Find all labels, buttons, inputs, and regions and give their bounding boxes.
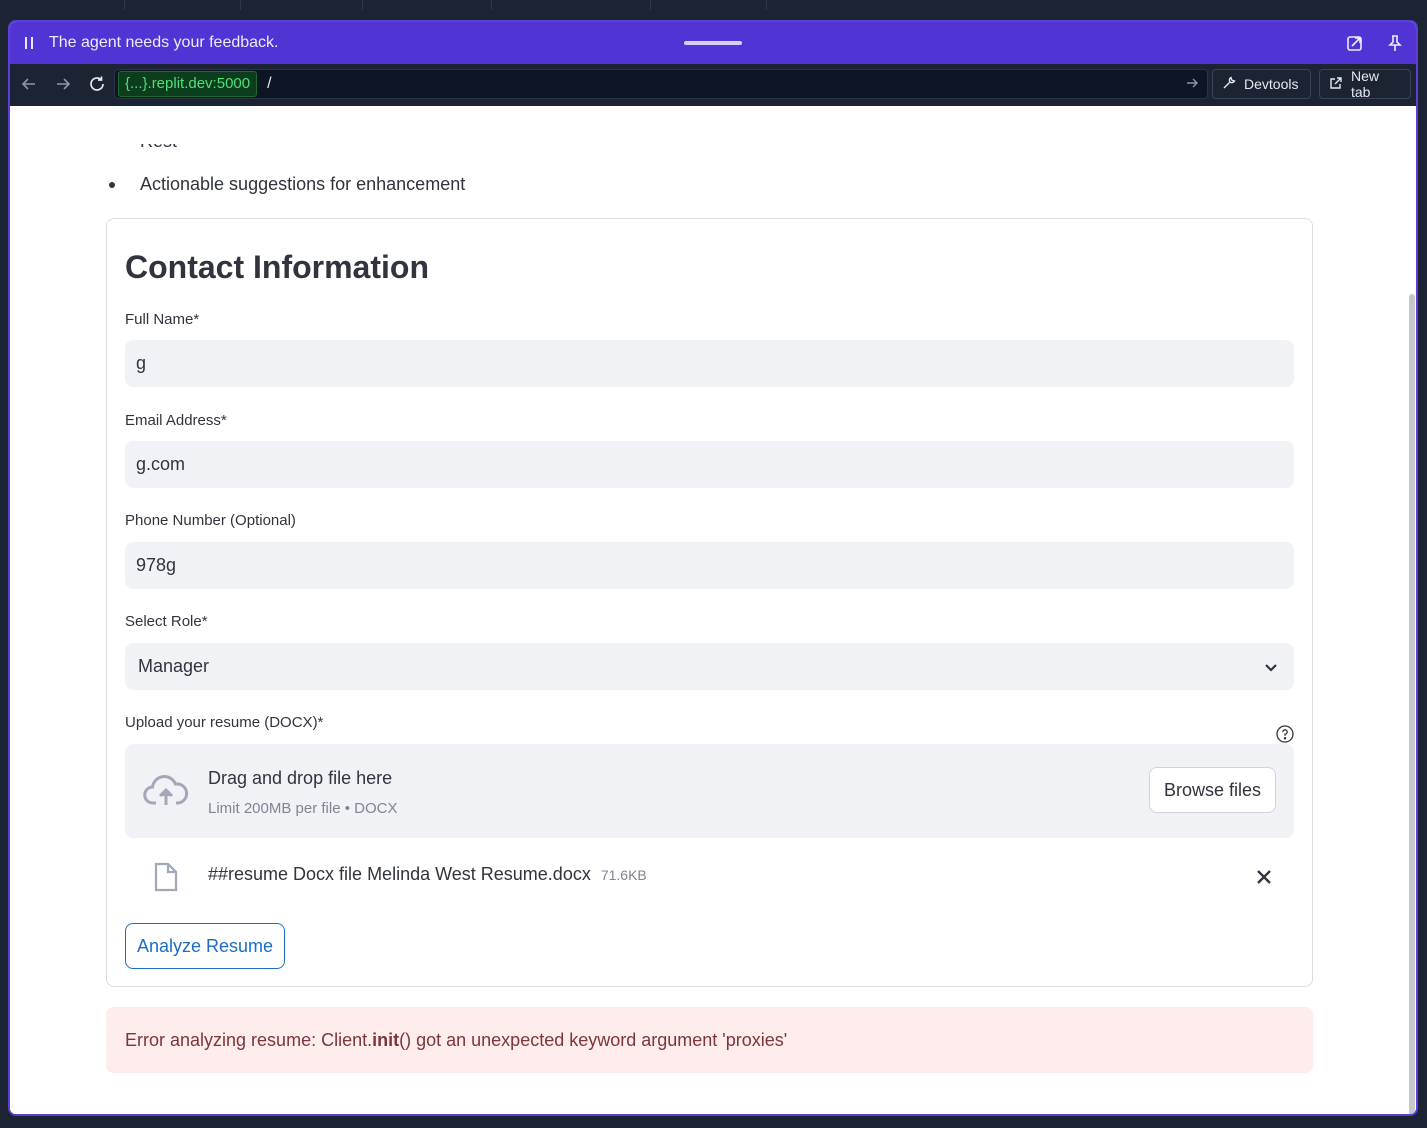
tab-slot[interactable] xyxy=(124,0,241,10)
bullet-text: Actionable suggestions for enhancement xyxy=(140,174,466,194)
uploaded-file: ##resume Docx file Melinda West Resume.d… xyxy=(208,864,647,885)
bullet-dot xyxy=(109,181,115,188)
form-title: Contact Information xyxy=(125,249,429,285)
url-input[interactable]: {...}.replit.dev:5000 / xyxy=(114,69,1208,99)
external-link-icon xyxy=(1329,76,1343,93)
error-suffix: () got an unexpected keyword argument 'p… xyxy=(399,1029,788,1050)
email-value: g.com xyxy=(136,454,186,474)
webview-frame: The agent needs your feedback. {...}.rep… xyxy=(8,20,1418,1116)
tab-slot[interactable] xyxy=(650,0,767,10)
url-path: / xyxy=(267,75,272,92)
error-alert: Error analyzing resume: Client. init() go… xyxy=(106,1007,1313,1073)
close-icon[interactable] xyxy=(1256,869,1272,890)
popout-icon[interactable] xyxy=(1344,32,1366,54)
email-input[interactable]: g.com xyxy=(125,441,1294,488)
reload-icon[interactable] xyxy=(84,71,110,97)
email-label: Email Address* xyxy=(125,412,227,429)
tab-slot[interactable] xyxy=(491,0,651,10)
pause-icon[interactable] xyxy=(23,36,35,50)
full-name-input[interactable]: g xyxy=(125,340,1294,387)
file-dropzone[interactable]: Drag and drop file here Limit 200MB per … xyxy=(125,744,1294,838)
clipped-text: Rest xyxy=(140,144,340,154)
browse-files-button[interactable]: Browse files xyxy=(1149,767,1276,813)
full-name-label: Full Name* xyxy=(125,311,200,328)
error-bold: init xyxy=(372,1029,400,1050)
scrollbar-thumb[interactable] xyxy=(1409,294,1415,1114)
go-arrow-icon[interactable] xyxy=(1185,76,1201,92)
drag-handle[interactable] xyxy=(684,41,742,45)
back-arrow-icon[interactable] xyxy=(16,71,42,97)
contact-form: Contact Information Full Name* g Email A… xyxy=(106,218,1313,987)
dropzone-title: Drag and drop file here xyxy=(208,768,393,788)
phone-input[interactable]: 978g xyxy=(125,542,1294,589)
tab-slot[interactable] xyxy=(0,0,125,10)
cloud-upload-icon xyxy=(143,772,189,815)
new-tab-label: New tab xyxy=(1351,68,1380,100)
chevron-down-icon xyxy=(1264,659,1278,680)
tab-slot[interactable] xyxy=(362,0,492,10)
top-tab-strip xyxy=(0,0,1427,12)
upload-label: Upload your resume (DOCX)* xyxy=(125,714,324,731)
role-label: Select Role* xyxy=(125,613,208,630)
phone-value: 978g xyxy=(136,555,177,575)
agent-feedback-bar: The agent needs your feedback. xyxy=(10,22,1416,64)
pin-icon[interactable] xyxy=(1384,32,1406,54)
uploaded-file-size: 71.6KB xyxy=(600,867,647,883)
page-content: Rest Actionable suggestions for enhancem… xyxy=(10,106,1416,1114)
dropzone-limit: Limit 200MB per file • DOCX xyxy=(208,800,398,817)
tab-slot[interactable] xyxy=(240,0,363,10)
error-prefix: Error analyzing resume: Client. xyxy=(125,1029,373,1050)
forward-arrow-icon[interactable] xyxy=(50,71,76,97)
uploaded-file-name: ##resume Docx file Melinda West Resume.d… xyxy=(208,864,591,884)
new-tab-button[interactable]: New tab xyxy=(1319,68,1411,100)
devtools-button[interactable]: Devtools xyxy=(1212,69,1311,99)
analyze-resume-button[interactable]: Analyze Resume xyxy=(125,923,285,969)
document-icon xyxy=(153,862,179,897)
agent-message: The agent needs your feedback. xyxy=(49,34,279,51)
url-host: {...}.replit.dev:5000 xyxy=(118,71,258,97)
full-name-value: g xyxy=(136,353,147,373)
role-value: Manager xyxy=(138,656,210,676)
role-select[interactable]: Manager xyxy=(125,643,1294,690)
devtools-label: Devtools xyxy=(1244,76,1299,92)
wrench-icon xyxy=(1222,75,1236,93)
phone-label: Phone Number (Optional) xyxy=(125,512,296,529)
browser-url-bar: {...}.replit.dev:5000 / Devtools New tab xyxy=(10,64,1416,106)
list-item: Actionable suggestions for enhancement xyxy=(109,174,465,195)
